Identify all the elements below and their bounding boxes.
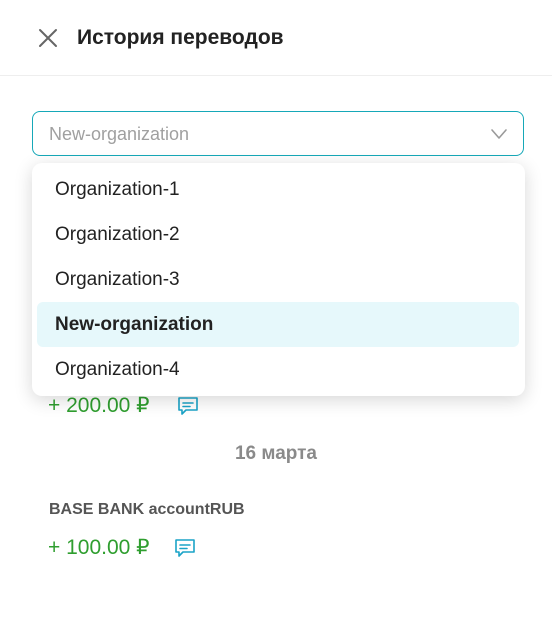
- dropdown-option-selected[interactable]: New-organization: [37, 302, 519, 347]
- transfer-account: BASE BANK accountRUB: [49, 501, 245, 518]
- comment-icon[interactable]: [177, 396, 199, 416]
- date-separator: 16 марта: [234, 443, 317, 464]
- dropdown-option[interactable]: Organization-1: [37, 167, 519, 212]
- close-icon[interactable]: [36, 26, 60, 50]
- page-title: История переводов: [77, 26, 284, 49]
- dropdown-option[interactable]: Organization-3: [37, 257, 519, 302]
- dropdown-option[interactable]: Organization-2: [37, 212, 519, 257]
- organization-dropdown: Organization-1 Organization-2 Organizati…: [32, 163, 525, 396]
- comment-icon[interactable]: [174, 538, 196, 558]
- organization-select-value: New-organization: [49, 124, 190, 144]
- dropdown-option[interactable]: Organization-4: [37, 347, 519, 392]
- header: История переводов: [0, 0, 552, 76]
- transfer-amount: + 200.00 ₽: [48, 394, 150, 417]
- close-button[interactable]: [36, 26, 60, 50]
- transfer-amount: + 100.00 ₽: [48, 536, 150, 559]
- chevron-down-icon[interactable]: [489, 126, 509, 142]
- organization-select[interactable]: New-organization: [32, 111, 524, 156]
